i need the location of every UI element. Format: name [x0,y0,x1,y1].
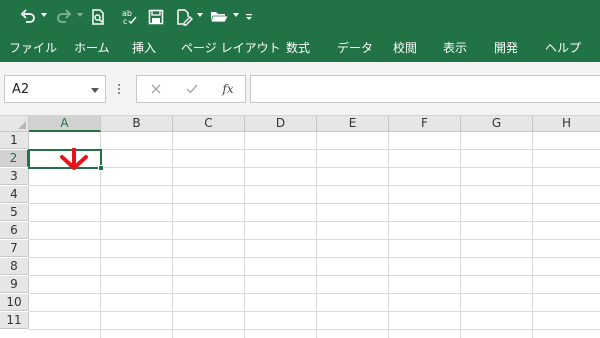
cancel-icon[interactable] [145,76,167,102]
column-header-b[interactable]: B [101,116,173,132]
row-header-11[interactable]: 11 [0,312,29,329]
undo-dropdown-caret[interactable] [41,13,47,17]
tab-insert[interactable]: 挿入 [132,39,156,57]
tab-help[interactable]: ヘルプ [545,39,581,57]
tab-view[interactable]: 表示 [443,39,467,57]
formula-bar-area: A2 fx [0,62,600,116]
formula-input[interactable] [250,75,600,103]
row-header-6[interactable]: 6 [0,222,29,239]
row-header-3[interactable]: 3 [0,168,29,185]
column-header-h[interactable]: H [533,116,600,132]
row-header-8[interactable]: 8 [0,258,29,275]
name-box[interactable]: A2 [4,75,106,103]
resize-handle-icon[interactable] [118,84,121,95]
fill-handle[interactable] [98,165,104,171]
formula-buttons: fx [136,75,246,103]
enter-check-icon[interactable] [181,76,203,102]
arrow-down-icon [60,148,88,170]
edit-icon[interactable] [174,6,194,28]
column-header-c[interactable]: C [173,116,245,132]
redo-icon[interactable] [54,6,74,28]
tab-file[interactable]: ファイル [9,39,57,57]
svg-text:c: c [123,17,127,26]
tab-home[interactable]: ホーム [74,39,110,57]
select-all-button[interactable] [0,116,29,132]
column-header-g[interactable]: G [461,116,533,132]
tab-page-layout[interactable]: ページ レイアウト [181,39,281,57]
quick-access-toolbar: ab c [0,0,600,34]
ribbon-tabs: ファイル ホーム 挿入 ページ レイアウト 数式 データ 校閲 表示 開発 ヘル… [0,34,600,62]
row-header-2[interactable]: 2 [0,150,29,167]
column-header-f[interactable]: F [389,116,461,132]
column-header-d[interactable]: D [245,116,317,132]
tab-review[interactable]: 校閲 [393,39,417,57]
row-header-4[interactable]: 4 [0,186,29,203]
fx-label: fx [222,82,234,96]
name-box-value: A2 [12,82,30,97]
save-icon[interactable] [146,6,166,28]
edit-dropdown-caret[interactable] [197,13,203,17]
open-folder-icon[interactable] [208,6,230,28]
row-header-7[interactable]: 7 [0,240,29,257]
undo-icon[interactable] [18,6,38,28]
print-preview-icon[interactable] [88,6,108,28]
chevron-down-icon[interactable] [91,88,99,93]
row-header-9[interactable]: 9 [0,276,29,293]
column-header-e[interactable]: E [317,116,389,132]
row-header-10[interactable]: 10 [0,294,29,311]
redo-dropdown-caret[interactable] [77,13,83,17]
tab-formulas[interactable]: 数式 [286,39,310,57]
tab-developer[interactable]: 開発 [494,39,518,57]
customize-icon[interactable] [243,6,255,28]
row-header-5[interactable]: 5 [0,204,29,221]
row-header-1[interactable]: 1 [0,132,29,149]
cell-grid[interactable] [29,132,600,338]
select-all-triangle-icon [18,121,26,129]
tab-data[interactable]: データ [337,39,373,57]
column-header-a[interactable]: A [29,116,101,132]
spelling-icon[interactable]: ab c [118,6,140,28]
insert-function-button[interactable]: fx [217,76,239,102]
open-dropdown-caret[interactable] [233,13,239,17]
